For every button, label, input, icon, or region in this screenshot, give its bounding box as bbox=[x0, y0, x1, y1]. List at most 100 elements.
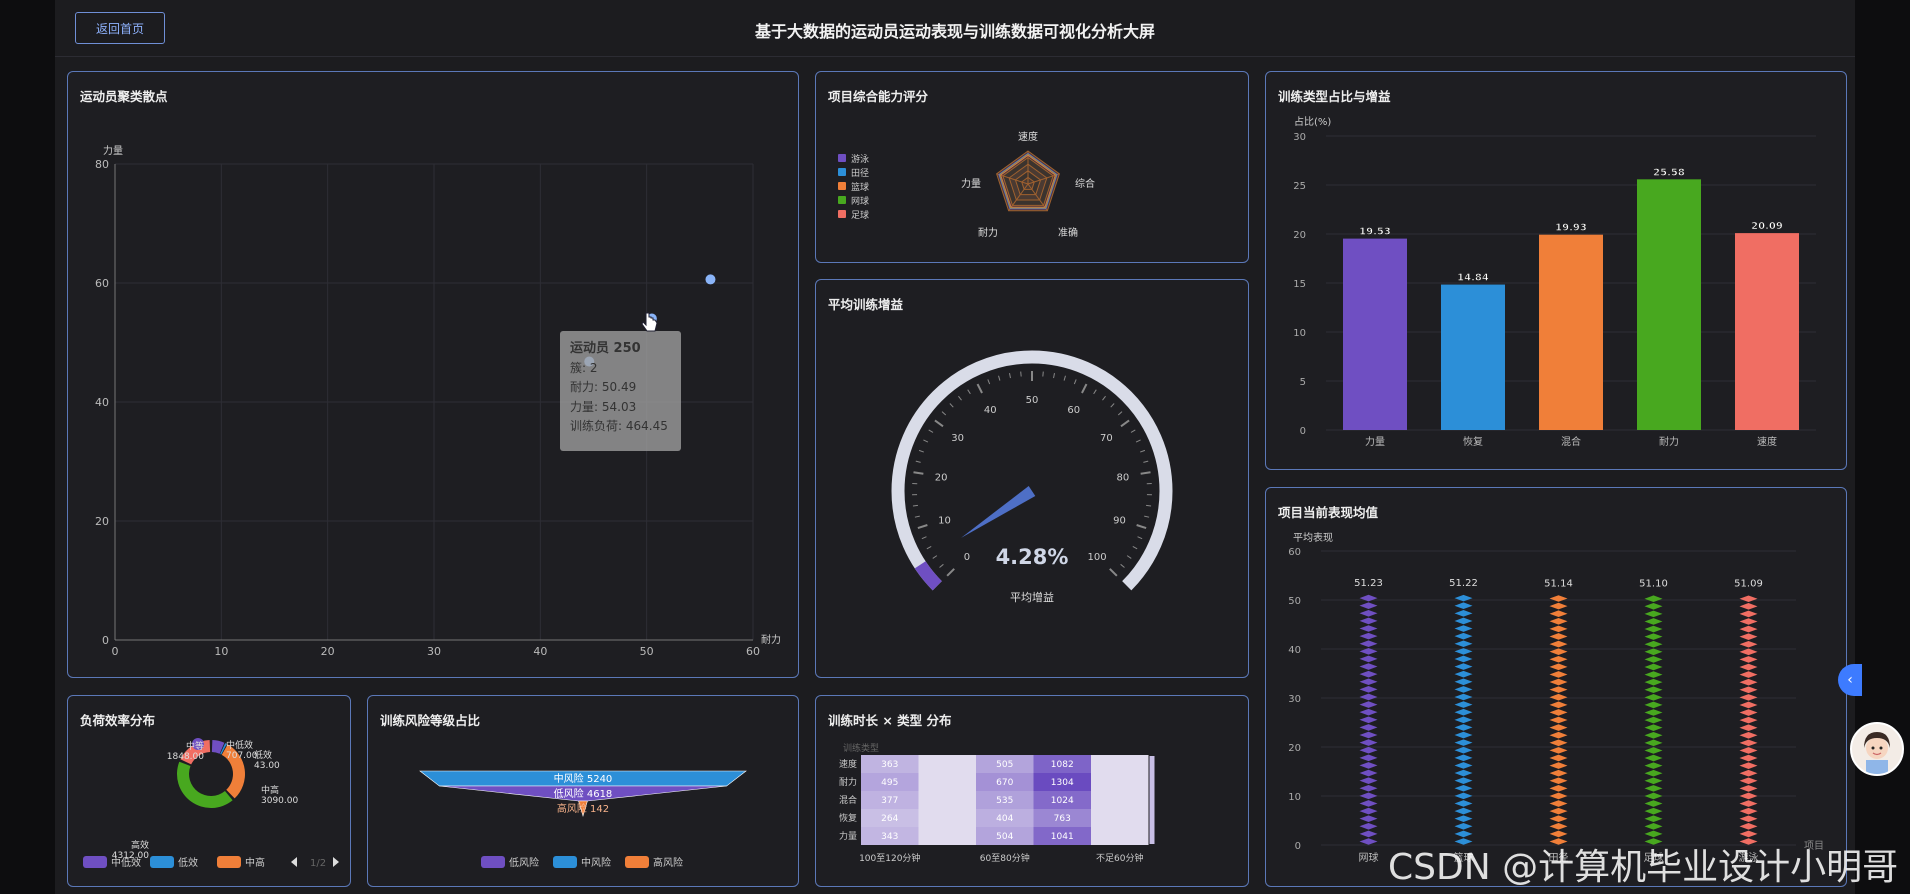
funnel-stage-label: 中风险 5240 bbox=[554, 772, 613, 785]
bar-x-tick: 恢复 bbox=[1463, 435, 1483, 448]
gauge-needle bbox=[961, 485, 1036, 538]
pictorial-symbol bbox=[1739, 595, 1758, 603]
pictorial-symbol bbox=[1454, 784, 1473, 792]
pictorial-symbol bbox=[1739, 830, 1758, 838]
funnel-legend-swatch bbox=[553, 856, 577, 868]
scatter-chart[interactable]: 0 10 20 30 40 50 60 0 20 40 60 80 耐力 力量 bbox=[68, 72, 798, 677]
gauge-tick bbox=[1102, 395, 1106, 401]
heatmap-cell bbox=[918, 791, 976, 809]
gauge-tick-label: 60 bbox=[1067, 405, 1080, 416]
pictorial-symbol bbox=[1549, 762, 1568, 769]
pictorial-symbol bbox=[1739, 640, 1758, 648]
pictorial-symbol bbox=[1359, 640, 1378, 648]
pictorial-symbol bbox=[1644, 724, 1663, 731]
gauge-tick bbox=[1126, 555, 1132, 559]
bar-y-tick: 15 bbox=[1293, 279, 1306, 290]
gauge-tick bbox=[921, 536, 927, 540]
pictorial-symbol bbox=[1739, 792, 1758, 800]
pictorial-symbol bbox=[1359, 602, 1378, 609]
gauge-tick bbox=[928, 429, 934, 433]
gauge-tick bbox=[1137, 536, 1143, 540]
radar-chart[interactable]: 速度综合准确 耐力 力量 游泳田径篮球网球足球 bbox=[816, 72, 1248, 262]
gauge-tick bbox=[1117, 411, 1123, 416]
pictorial-symbol bbox=[1644, 769, 1663, 777]
donut-slice-label: 中低效 bbox=[226, 739, 253, 751]
pictorial-symbol bbox=[1644, 701, 1663, 709]
gauge-tick bbox=[998, 375, 1001, 381]
heatmap-chart[interactable]: 训练类型速度 363 505 1082 耐力 495 670 1304 混合 377 535 1024… bbox=[816, 696, 1248, 886]
scatter-y-tick: 20 bbox=[95, 515, 109, 528]
donut-slice-value: 3090.00 bbox=[261, 796, 298, 806]
side-toggle-button[interactable]: ‹ bbox=[1838, 664, 1862, 696]
avatar[interactable] bbox=[1850, 722, 1904, 776]
gauge-tick bbox=[967, 389, 971, 395]
heatmap-x-tick: 不足60分钟 bbox=[1096, 852, 1143, 864]
pictorial-symbol bbox=[1644, 823, 1663, 830]
scatter-x-label: 耐力 bbox=[761, 633, 781, 646]
pictorial-symbol bbox=[1454, 800, 1473, 807]
heatmap-y-tick: 恢复 bbox=[839, 812, 857, 824]
bar bbox=[1735, 233, 1799, 430]
bar-chart[interactable]: 0 5 10 15 20 25 30 占比(%) 19.53 力量 14.84 恢复 19.93 混合 25… bbox=[1266, 72, 1846, 469]
pictorial-y-tick: 40 bbox=[1288, 645, 1301, 656]
pictorial-symbol bbox=[1359, 784, 1378, 792]
pictorial-symbol bbox=[1454, 815, 1473, 822]
pictorial-symbol bbox=[1359, 762, 1378, 769]
pictorial-symbol bbox=[1644, 610, 1663, 618]
heatmap-cell bbox=[918, 755, 976, 773]
pictorial-value-label: 51.23 bbox=[1354, 578, 1383, 589]
gauge-tick bbox=[939, 563, 944, 568]
bar-y-label: 占比(%) bbox=[1294, 115, 1331, 128]
pictorial-bar-chart[interactable]: 0102030405060平均表现项目51.23网球51.22篮球51.14田径… bbox=[1266, 488, 1846, 886]
gauge-tick bbox=[1136, 524, 1147, 530]
heatmap-cell-label: 1041 bbox=[1051, 832, 1074, 842]
gauge-tick bbox=[1132, 545, 1138, 550]
heatmap-y-tick: 力量 bbox=[839, 830, 857, 842]
donut-slice-label: 中等 bbox=[186, 740, 204, 752]
pictorial-y-tick: 10 bbox=[1288, 792, 1301, 803]
scatter-x-tick: 30 bbox=[427, 645, 441, 658]
pictorial-symbol bbox=[1549, 830, 1568, 838]
radar-indicator-label: 综合 bbox=[1075, 177, 1095, 190]
heatmap-cell bbox=[1091, 791, 1149, 809]
pictorial-symbol bbox=[1549, 792, 1568, 800]
pictorial-symbol bbox=[1644, 678, 1663, 686]
bar-x-tick: 耐力 bbox=[1659, 435, 1679, 448]
pictorial-symbol bbox=[1739, 716, 1758, 724]
heatmap-panel: 训练时长 × 类型 分布 训练类型 速度 363 505 1082 耐力 495 670 130… bbox=[815, 695, 1249, 887]
scatter-y-tick: 60 bbox=[95, 277, 109, 290]
pictorial-symbol bbox=[1644, 640, 1663, 648]
funnel-legend-label: 低风险 bbox=[509, 856, 539, 869]
pictorial-symbol bbox=[1739, 769, 1758, 777]
funnel-chart[interactable]: 中风险 5240 低风险 4618 高风险 142 低风险 中风险 高风险 bbox=[368, 696, 798, 886]
gauge-tick-label: 40 bbox=[984, 405, 997, 416]
pictorial-symbol bbox=[1739, 625, 1758, 633]
donut-chart[interactable]: 中等1848.00中低效707.00低效43.00中高3090.00高效4312… bbox=[68, 696, 350, 886]
heatmap-cell-label: 343 bbox=[881, 832, 898, 842]
pictorial-symbol bbox=[1739, 648, 1758, 656]
heatmap-y-label: 训练类型 bbox=[843, 742, 879, 754]
pictorial-symbol bbox=[1454, 640, 1473, 648]
pictorial-symbol bbox=[1359, 663, 1378, 670]
donut-slice-label: 中高 bbox=[261, 784, 279, 796]
scatter-panel: 运动员聚类散点 0 10 20 30 40 50 60 0 20 40 60 80 耐力 力量 bbox=[67, 71, 799, 678]
pictorial-symbol bbox=[1549, 777, 1568, 785]
pictorial-symbol bbox=[1549, 686, 1568, 693]
pictorial-symbol bbox=[1454, 632, 1473, 640]
pictorial-symbol bbox=[1644, 815, 1663, 823]
pictorial-value-label: 51.14 bbox=[1544, 578, 1573, 589]
pictorial-symbol bbox=[1549, 625, 1568, 633]
heatmap-cell-label: 377 bbox=[881, 796, 898, 806]
pictorial-y-label: 平均表现 bbox=[1293, 531, 1333, 544]
scatter-y-tick: 40 bbox=[95, 396, 109, 409]
radar-legend-label: 田径 bbox=[851, 167, 869, 179]
radar-indicator-label: 速度 bbox=[1018, 130, 1038, 143]
pictorial-symbol bbox=[1739, 694, 1758, 701]
legend-prev-icon bbox=[291, 857, 297, 867]
gauge-tick-label: 70 bbox=[1100, 433, 1113, 444]
bar-y-tick: 20 bbox=[1293, 230, 1306, 241]
heatmap-cell bbox=[1091, 827, 1149, 845]
scatter-tooltip: 运动员 250 簇: 2 耐力: 50.49 力量: 54.03 训练负荷: 4… bbox=[560, 331, 681, 451]
pictorial-symbol bbox=[1739, 656, 1758, 663]
pictorial-symbol bbox=[1549, 671, 1568, 678]
